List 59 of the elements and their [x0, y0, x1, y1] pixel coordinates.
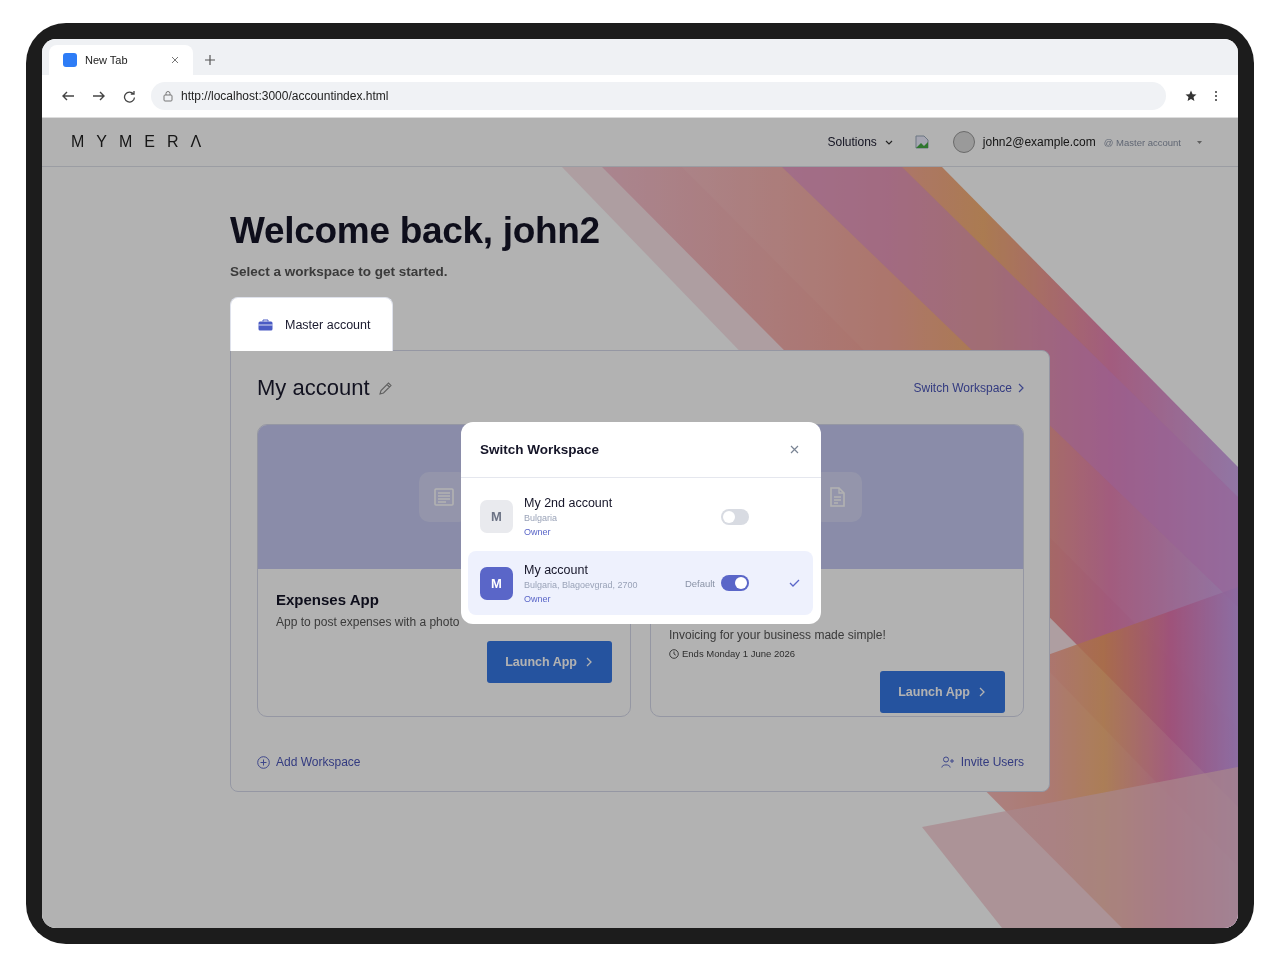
browser-tab[interactable]: New Tab — [49, 45, 193, 75]
solutions-menu[interactable]: Solutions — [827, 135, 877, 149]
app-description: App to post expenses with a photo — [276, 615, 460, 629]
logo[interactable]: MYMERΛ — [71, 133, 214, 151]
workspace-title: My account — [257, 375, 370, 401]
switch-workspace-link[interactable]: Switch Workspace — [913, 381, 1024, 395]
chevron-down-icon — [884, 139, 893, 145]
close-icon[interactable] — [171, 56, 179, 64]
star-icon[interactable] — [1185, 90, 1197, 102]
tab-title: New Tab — [85, 54, 129, 66]
url-text: http://localhost:3000/accountindex.html — [181, 89, 389, 103]
new-tab-icon[interactable] — [205, 55, 215, 65]
tab-favicon-icon — [63, 53, 77, 67]
workspace-name: My account — [524, 562, 589, 577]
workspace-avatar: M — [480, 566, 513, 600]
workspace-role: Owner — [524, 527, 552, 537]
workspace-location: Bulgaria — [524, 513, 559, 523]
launch-app-button[interactable]: Launch App — [880, 671, 1005, 713]
workspace-role: Owner — [524, 593, 552, 604]
launch-app-button[interactable]: Launch App — [487, 641, 612, 683]
forward-icon[interactable] — [92, 90, 106, 102]
app-title: Expenses App — [276, 591, 379, 608]
dialog-title: Switch Workspace — [480, 442, 600, 457]
address-field[interactable]: http://localhost:3000/accountindex.html — [151, 82, 1166, 110]
broken-image-icon — [914, 135, 929, 149]
end-date: Ends Monday 1 June 2026 — [682, 648, 796, 659]
workspace-item[interactable]: M My account Bulgaria, Blagoevgrad, 2700 Owner Default — [468, 551, 813, 615]
reload-icon[interactable] — [123, 89, 136, 103]
receipt-icon — [433, 486, 455, 508]
back-icon[interactable] — [61, 90, 75, 102]
chevron-right-icon — [979, 687, 985, 697]
briefcase-icon — [258, 318, 273, 331]
caret-icon[interactable] — [1197, 140, 1202, 144]
chevron-right-icon — [1018, 383, 1024, 393]
checkmark-icon — [788, 579, 800, 587]
clock-icon — [669, 648, 679, 659]
chevron-right-icon — [586, 657, 592, 667]
workspace-item[interactable]: M My 2nd account Bulgaria Owner — [468, 486, 813, 547]
welcome-subtitle: Select a workspace to get started. — [230, 264, 449, 279]
workspace-avatar: M — [480, 500, 513, 533]
default-label: Default — [684, 577, 715, 589]
pencil-icon[interactable] — [377, 380, 393, 396]
menu-icon[interactable] — [1214, 90, 1218, 102]
user-avatar[interactable] — [952, 131, 975, 153]
workspace-label: @ Master account — [1103, 136, 1181, 148]
user-email[interactable]: john2@example.com — [982, 135, 1096, 149]
default-toggle[interactable] — [721, 575, 749, 591]
add-user-icon — [940, 756, 955, 768]
lock-icon — [163, 90, 173, 102]
plus-circle-icon — [257, 755, 270, 769]
invite-users-link[interactable]: Invite Users — [940, 755, 1024, 769]
account-tab[interactable]: Master account — [230, 297, 394, 351]
workspace-location: Bulgaria, Blagoevgrad, 2700 — [524, 579, 639, 590]
add-workspace-link[interactable]: Add Workspace — [257, 755, 361, 769]
app-description: Invoicing for your business made simple! — [669, 627, 886, 642]
welcome-title: Welcome back, john2 — [230, 210, 601, 252]
workspace-name: My 2nd account — [524, 496, 614, 510]
default-toggle[interactable] — [721, 508, 749, 525]
close-icon[interactable] — [790, 445, 799, 454]
